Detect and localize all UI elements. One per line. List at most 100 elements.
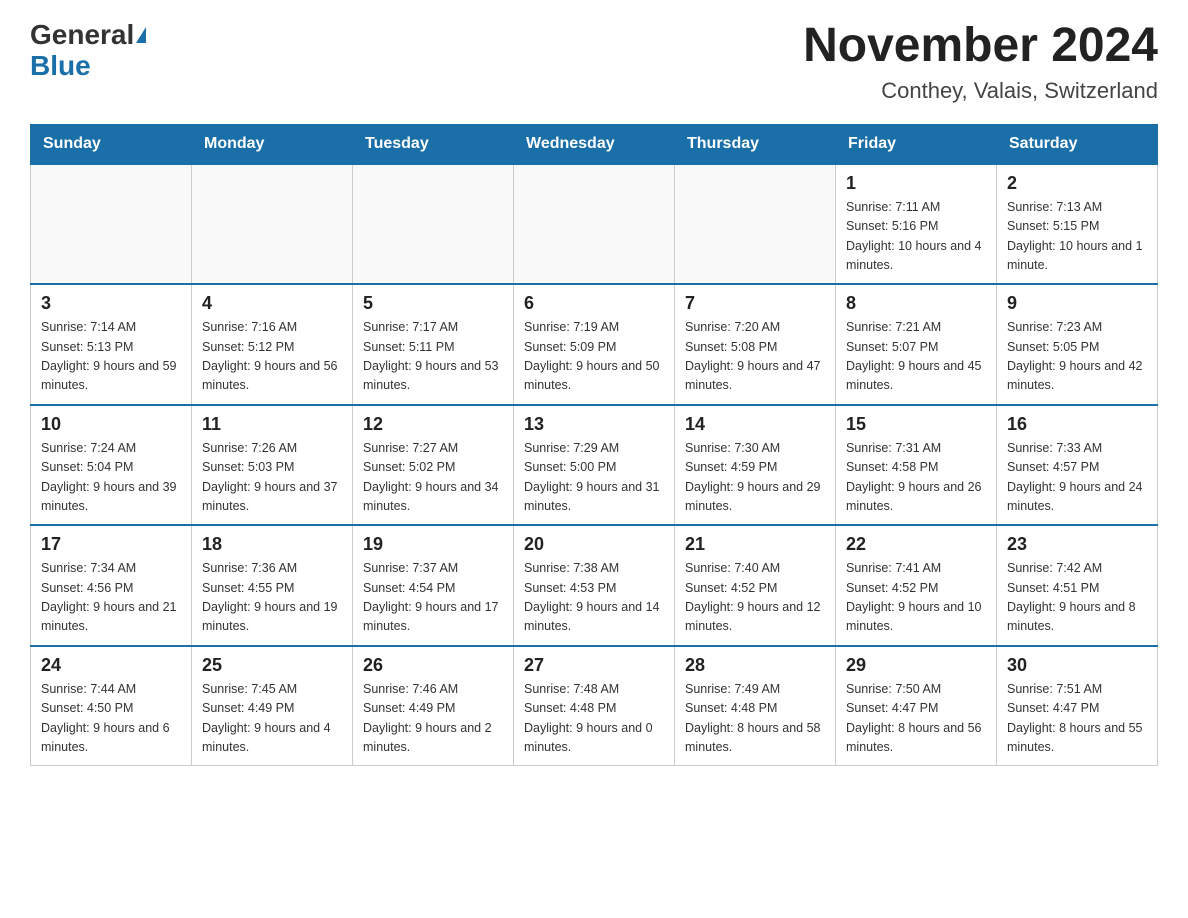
day-number: 14	[685, 414, 825, 435]
calendar-day-cell: 23 Sunrise: 7:42 AM Sunset: 4:51 PM Dayli…	[997, 525, 1158, 646]
day-number: 13	[524, 414, 664, 435]
day-number: 3	[41, 293, 181, 314]
sun-info: Sunrise: 7:49 AM Sunset: 4:48 PM Dayligh…	[685, 680, 825, 758]
calendar-day-cell	[353, 164, 514, 285]
sun-info: Sunrise: 7:17 AM Sunset: 5:11 PM Dayligh…	[363, 318, 503, 396]
day-number: 25	[202, 655, 342, 676]
sun-info: Sunrise: 7:13 AM Sunset: 5:15 PM Dayligh…	[1007, 198, 1147, 276]
calendar-day-cell: 2 Sunrise: 7:13 AM Sunset: 5:15 PM Daylig…	[997, 164, 1158, 285]
calendar-day-cell: 6 Sunrise: 7:19 AM Sunset: 5:09 PM Daylig…	[514, 284, 675, 405]
sun-info: Sunrise: 7:46 AM Sunset: 4:49 PM Dayligh…	[363, 680, 503, 758]
weekday-header-saturday: Saturday	[997, 124, 1158, 164]
calendar-table: SundayMondayTuesdayWednesdayThursdayFrid…	[30, 124, 1158, 767]
title-section: November 2024 Conthey, Valais, Switzerla…	[803, 20, 1158, 104]
sun-info: Sunrise: 7:42 AM Sunset: 4:51 PM Dayligh…	[1007, 559, 1147, 637]
calendar-day-cell: 5 Sunrise: 7:17 AM Sunset: 5:11 PM Daylig…	[353, 284, 514, 405]
sun-info: Sunrise: 7:16 AM Sunset: 5:12 PM Dayligh…	[202, 318, 342, 396]
sun-info: Sunrise: 7:34 AM Sunset: 4:56 PM Dayligh…	[41, 559, 181, 637]
calendar-day-cell: 20 Sunrise: 7:38 AM Sunset: 4:53 PM Dayli…	[514, 525, 675, 646]
sun-info: Sunrise: 7:20 AM Sunset: 5:08 PM Dayligh…	[685, 318, 825, 396]
day-number: 27	[524, 655, 664, 676]
weekday-header-friday: Friday	[836, 124, 997, 164]
calendar-day-cell: 8Sunrise: 7:21 AM Sunset: 5:07 PM Daylig…	[836, 284, 997, 405]
sun-info: Sunrise: 7:51 AM Sunset: 4:47 PM Dayligh…	[1007, 680, 1147, 758]
calendar-day-cell	[675, 164, 836, 285]
day-number: 21	[685, 534, 825, 555]
day-number: 22	[846, 534, 986, 555]
weekday-header-monday: Monday	[192, 124, 353, 164]
calendar-day-cell: 30 Sunrise: 7:51 AM Sunset: 4:47 PM Dayli…	[997, 646, 1158, 766]
calendar-week-row: 10Sunrise: 7:24 AM Sunset: 5:04 PM Dayli…	[31, 405, 1158, 526]
calendar-day-cell: 7 Sunrise: 7:20 AM Sunset: 5:08 PM Daylig…	[675, 284, 836, 405]
day-number: 19	[363, 534, 503, 555]
day-number: 2	[1007, 173, 1147, 194]
sun-info: Sunrise: 7:40 AM Sunset: 4:52 PM Dayligh…	[685, 559, 825, 637]
calendar-day-cell: 10Sunrise: 7:24 AM Sunset: 5:04 PM Dayli…	[31, 405, 192, 526]
day-number: 30	[1007, 655, 1147, 676]
page-header: General Blue November 2024 Conthey, Vala…	[30, 20, 1158, 104]
calendar-day-cell: 19 Sunrise: 7:37 AM Sunset: 4:54 PM Dayli…	[353, 525, 514, 646]
calendar-day-cell: 12 Sunrise: 7:27 AM Sunset: 5:02 PM Dayli…	[353, 405, 514, 526]
sun-info: Sunrise: 7:41 AM Sunset: 4:52 PM Dayligh…	[846, 559, 986, 637]
weekday-header-tuesday: Tuesday	[353, 124, 514, 164]
calendar-day-cell: 9 Sunrise: 7:23 AM Sunset: 5:05 PM Daylig…	[997, 284, 1158, 405]
sun-info: Sunrise: 7:23 AM Sunset: 5:05 PM Dayligh…	[1007, 318, 1147, 396]
sun-info: Sunrise: 7:48 AM Sunset: 4:48 PM Dayligh…	[524, 680, 664, 758]
sun-info: Sunrise: 7:45 AM Sunset: 4:49 PM Dayligh…	[202, 680, 342, 758]
day-number: 23	[1007, 534, 1147, 555]
day-number: 6	[524, 293, 664, 314]
day-number: 18	[202, 534, 342, 555]
sun-info: Sunrise: 7:38 AM Sunset: 4:53 PM Dayligh…	[524, 559, 664, 637]
calendar-day-cell: 1Sunrise: 7:11 AM Sunset: 5:16 PM Daylig…	[836, 164, 997, 285]
day-number: 7	[685, 293, 825, 314]
sun-info: Sunrise: 7:19 AM Sunset: 5:09 PM Dayligh…	[524, 318, 664, 396]
calendar-day-cell	[514, 164, 675, 285]
sun-info: Sunrise: 7:31 AM Sunset: 4:58 PM Dayligh…	[846, 439, 986, 517]
logo-general-text: General	[30, 20, 134, 51]
calendar-day-cell: 13 Sunrise: 7:29 AM Sunset: 5:00 PM Dayli…	[514, 405, 675, 526]
day-number: 10	[41, 414, 181, 435]
calendar-day-cell: 17 Sunrise: 7:34 AM Sunset: 4:56 PM Dayli…	[31, 525, 192, 646]
calendar-day-cell: 11Sunrise: 7:26 AM Sunset: 5:03 PM Dayli…	[192, 405, 353, 526]
calendar-day-cell: 16 Sunrise: 7:33 AM Sunset: 4:57 PM Dayli…	[997, 405, 1158, 526]
calendar-day-cell: 28 Sunrise: 7:49 AM Sunset: 4:48 PM Dayli…	[675, 646, 836, 766]
calendar-day-cell: 4Sunrise: 7:16 AM Sunset: 5:12 PM Daylig…	[192, 284, 353, 405]
day-number: 26	[363, 655, 503, 676]
day-number: 9	[1007, 293, 1147, 314]
weekday-header-row: SundayMondayTuesdayWednesdayThursdayFrid…	[31, 124, 1158, 164]
day-number: 11	[202, 414, 342, 435]
sun-info: Sunrise: 7:50 AM Sunset: 4:47 PM Dayligh…	[846, 680, 986, 758]
calendar-day-cell	[31, 164, 192, 285]
calendar-day-cell: 29 Sunrise: 7:50 AM Sunset: 4:47 PM Dayli…	[836, 646, 997, 766]
logo-blue-text: Blue	[30, 50, 91, 81]
calendar-day-cell: 27 Sunrise: 7:48 AM Sunset: 4:48 PM Dayli…	[514, 646, 675, 766]
sun-info: Sunrise: 7:27 AM Sunset: 5:02 PM Dayligh…	[363, 439, 503, 517]
sun-info: Sunrise: 7:30 AM Sunset: 4:59 PM Dayligh…	[685, 439, 825, 517]
day-number: 15	[846, 414, 986, 435]
calendar-day-cell: 24Sunrise: 7:44 AM Sunset: 4:50 PM Dayli…	[31, 646, 192, 766]
calendar-day-cell: 26 Sunrise: 7:46 AM Sunset: 4:49 PM Dayli…	[353, 646, 514, 766]
logo: General Blue	[30, 20, 146, 82]
sun-info: Sunrise: 7:14 AM Sunset: 5:13 PM Dayligh…	[41, 318, 181, 396]
day-number: 12	[363, 414, 503, 435]
calendar-day-cell: 18Sunrise: 7:36 AM Sunset: 4:55 PM Dayli…	[192, 525, 353, 646]
sun-info: Sunrise: 7:29 AM Sunset: 5:00 PM Dayligh…	[524, 439, 664, 517]
month-year-title: November 2024	[803, 20, 1158, 73]
day-number: 5	[363, 293, 503, 314]
calendar-day-cell: 21 Sunrise: 7:40 AM Sunset: 4:52 PM Dayli…	[675, 525, 836, 646]
logo-triangle-icon	[136, 27, 146, 43]
location-subtitle: Conthey, Valais, Switzerland	[803, 78, 1158, 104]
sun-info: Sunrise: 7:21 AM Sunset: 5:07 PM Dayligh…	[846, 318, 986, 396]
calendar-week-row: 24Sunrise: 7:44 AM Sunset: 4:50 PM Dayli…	[31, 646, 1158, 766]
day-number: 20	[524, 534, 664, 555]
sun-info: Sunrise: 7:37 AM Sunset: 4:54 PM Dayligh…	[363, 559, 503, 637]
day-number: 28	[685, 655, 825, 676]
calendar-week-row: 17 Sunrise: 7:34 AM Sunset: 4:56 PM Dayli…	[31, 525, 1158, 646]
calendar-day-cell: 22 Sunrise: 7:41 AM Sunset: 4:52 PM Dayli…	[836, 525, 997, 646]
day-number: 29	[846, 655, 986, 676]
day-number: 16	[1007, 414, 1147, 435]
sun-info: Sunrise: 7:33 AM Sunset: 4:57 PM Dayligh…	[1007, 439, 1147, 517]
weekday-header-sunday: Sunday	[31, 124, 192, 164]
day-number: 17	[41, 534, 181, 555]
calendar-week-row: 3 Sunrise: 7:14 AM Sunset: 5:13 PM Daylig…	[31, 284, 1158, 405]
